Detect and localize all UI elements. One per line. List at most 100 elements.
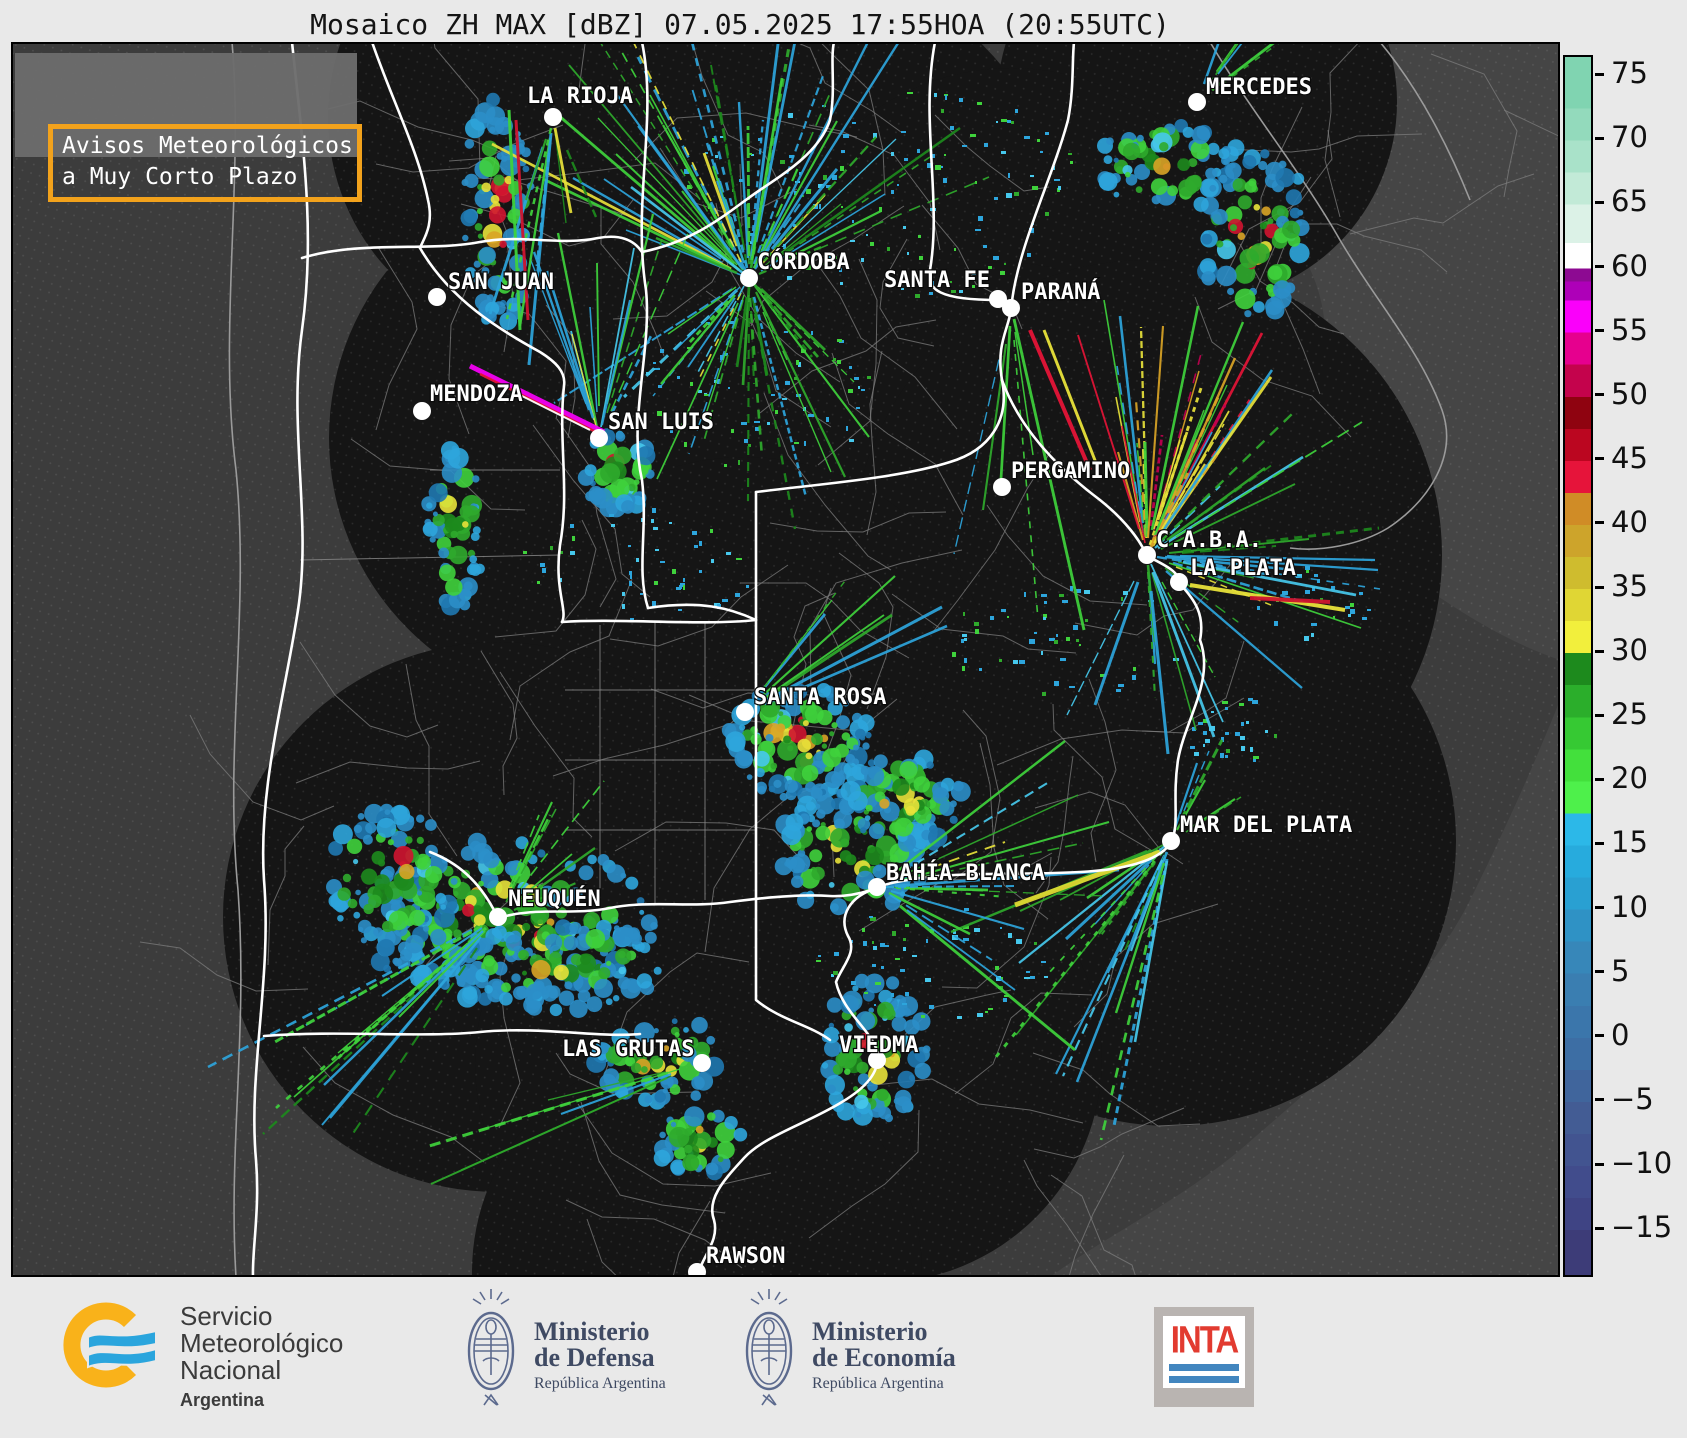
city-label: SAN LUIS [608, 410, 714, 435]
defensa-coat-of-arms [462, 1287, 520, 1421]
colorbar-tick-label: 65 [1611, 184, 1648, 218]
economia-wordmark: Ministerio de Economía República Argenti… [812, 1319, 956, 1393]
colorbar-tick-label: 0 [1611, 1018, 1629, 1052]
city-dot [590, 429, 608, 447]
city-label: SANTA ROSA [754, 685, 886, 710]
city-label: LA RIOJA [527, 84, 633, 109]
page-title: Mosaico ZH MAX [dBZ] 07.05.2025 17:55HOA… [0, 8, 1480, 41]
smn-line-3: Nacional [180, 1357, 343, 1384]
city-label: C.A.B.A. [1156, 528, 1262, 553]
colorbar-tick-label: 60 [1611, 249, 1648, 283]
city-label: LAS GRUTAS [562, 1037, 694, 1062]
city-dot [693, 1054, 711, 1072]
colorbar-tick-label: 25 [1611, 697, 1648, 731]
city-dot [544, 108, 562, 126]
radar-map-svg: LA RIOJAMERCEDESSAN JUANCÓRDOBASANTA FEP… [11, 42, 1560, 1277]
colorbar-tick [1595, 714, 1604, 717]
colorbar-gradient [1565, 57, 1591, 1275]
colorbar-tick [1595, 1034, 1604, 1037]
colorbar-tick-label: 70 [1611, 120, 1648, 154]
smn-logo [62, 1297, 172, 1405]
smn-line-1: Servicio [180, 1303, 343, 1330]
colorbar-tick-label: −10 [1611, 1146, 1672, 1180]
colorbar-tick-label: 75 [1611, 56, 1648, 90]
economia-coat-of-arms [740, 1287, 798, 1421]
footer: Servicio Meteorológico Nacional Argentin… [0, 1279, 1687, 1438]
colorbar-tick-label: 35 [1611, 569, 1648, 603]
smn-wordmark: Servicio Meteorológico Nacional Argentin… [180, 1303, 343, 1414]
inta-bar-1 [1169, 1364, 1239, 1371]
colorbar-tick-label: 20 [1611, 761, 1648, 795]
colorbar-tick-label: −15 [1611, 1210, 1672, 1244]
city-dot [993, 478, 1011, 496]
radar-mosaic-page: { "title": "Mosaico ZH MAX [dBZ] 07.05.2… [0, 0, 1687, 1438]
colorbar-tick [1595, 329, 1604, 332]
warning-panel: Avisos Meteorológicos a Muy Corto Plazo [15, 53, 357, 157]
colorbar-tick [1595, 906, 1604, 909]
city-dot [1138, 546, 1156, 564]
coat-sun-rays [473, 1289, 509, 1304]
city-dot [489, 908, 507, 926]
city-dot [1162, 832, 1180, 850]
inta-bar-2 [1169, 1376, 1239, 1383]
city-dot [1188, 93, 1206, 111]
city-label: MAR DEL PLATA [1180, 813, 1352, 838]
colorbar-tick [1595, 1098, 1604, 1101]
colorbar-tick [1595, 521, 1604, 524]
colorbar-tick [1595, 73, 1604, 76]
colorbar-tick-label: 10 [1611, 890, 1648, 924]
city-dot [868, 878, 886, 896]
city-dot [413, 402, 431, 420]
city-label: SAN JUAN [448, 270, 554, 295]
city-label: RAWSON [706, 1244, 785, 1269]
colorbar-tick [1595, 970, 1604, 973]
city-label: LA PLATA [1190, 556, 1296, 581]
colorbar-tick [1595, 201, 1604, 204]
colorbar-tick-label: 30 [1611, 633, 1648, 667]
economia-line-1: Ministerio [812, 1319, 956, 1345]
city-label: MERCEDES [1206, 75, 1312, 100]
city-label: PARANÁ [1021, 279, 1100, 305]
warning-box[interactable]: Avisos Meteorológicos a Muy Corto Plazo [48, 124, 362, 202]
colorbar-tick [1595, 842, 1604, 845]
colorbar-tick [1595, 650, 1604, 653]
defensa-line-1: Ministerio [534, 1319, 666, 1345]
city-label: BAHÍA BLANCA [886, 860, 1045, 886]
smn-flag-wave-2 [88, 1349, 156, 1367]
city-label: PERGAMINO [1011, 459, 1130, 484]
colorbar-tick-label: 55 [1611, 313, 1648, 347]
colorbar-tick [1595, 1163, 1604, 1166]
colorbar-tick [1595, 778, 1604, 781]
smn-line-4: Argentina [180, 1387, 343, 1414]
city-dot [1170, 573, 1188, 591]
colorbar-tick [1595, 393, 1604, 396]
warning-line-2: a Muy Corto Plazo [62, 162, 357, 193]
city-label: MENDOZA [430, 382, 523, 407]
radar-map: LA RIOJAMERCEDESSAN JUANCÓRDOBASANTA FEP… [11, 42, 1560, 1277]
colorbar-tick [1595, 586, 1604, 589]
city-label: VIEDMA [839, 1033, 918, 1058]
city-label: NEUQUÉN [508, 886, 601, 912]
colorbar-tick [1595, 457, 1604, 460]
colorbar-tick-label: −5 [1611, 1082, 1654, 1116]
inta-wordmark: INTA [1163, 1318, 1245, 1362]
colorbar-tick-label: 15 [1611, 825, 1648, 859]
defensa-line-3: República Argentina [534, 1375, 666, 1393]
smn-flag-wave-1 [88, 1331, 156, 1349]
colorbar-tick-label: 45 [1611, 441, 1648, 475]
inta-logo-inner: INTA [1163, 1316, 1245, 1388]
colorbar-tick [1595, 265, 1604, 268]
economia-line-3: República Argentina [812, 1375, 956, 1393]
dbz-colorbar [1563, 55, 1593, 1277]
economia-line-2: de Economía [812, 1345, 956, 1371]
colorbar-tick-label: 40 [1611, 505, 1648, 539]
smn-line-2: Meteorológico [180, 1330, 343, 1357]
colorbar-tick-label: 5 [1611, 954, 1629, 988]
defensa-line-2: de Defensa [534, 1345, 666, 1371]
colorbar-tick [1595, 137, 1604, 140]
city-label: SANTA FE [884, 268, 990, 293]
colorbar-tick [1595, 1227, 1604, 1230]
colorbar-tick-label: 50 [1611, 377, 1648, 411]
defensa-wordmark: Ministerio de Defensa República Argentin… [534, 1319, 666, 1393]
city-dot [428, 288, 446, 306]
